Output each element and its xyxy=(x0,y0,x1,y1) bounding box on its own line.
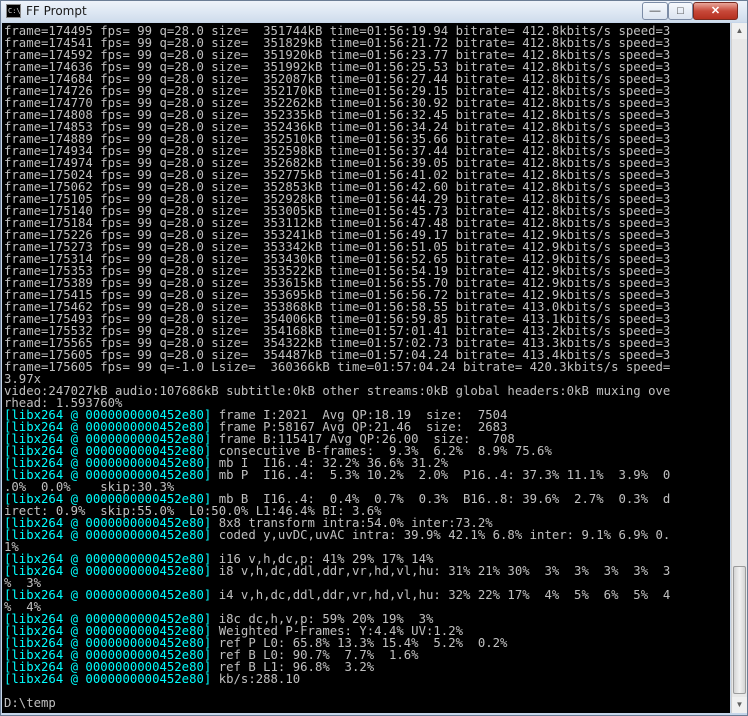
vertical-scrollbar[interactable]: ▲ ▼ xyxy=(731,23,747,713)
console-line-text: i8 v,h,dc,ddl,ddr,vr,hd,vl,hu: 31% 21% 3… xyxy=(211,564,671,578)
scroll-down-button[interactable]: ▼ xyxy=(732,697,747,713)
scroll-up-button[interactable]: ▲ xyxy=(732,23,747,39)
scrollbar-thumb[interactable] xyxy=(733,566,746,694)
console-line-text: i4 v,h,dc,ddl,ddr,vr,hd,vl,hu: 32% 22% 1… xyxy=(211,588,671,602)
close-button[interactable]: ✕ xyxy=(693,2,738,20)
console-line: [libx264 @ 0000000000452e80] i4 v,h,dc,d… xyxy=(4,589,670,601)
console-line: [libx264 @ 0000000000452e80] i8 v,h,dc,d… xyxy=(4,565,670,577)
console-line: D:\temp xyxy=(4,697,670,709)
console-line-text: D:\temp xyxy=(4,696,56,710)
console-line-text: mb P I16..4: 5.3% 10.2% 2.0% P16..4: 37.… xyxy=(211,468,671,482)
console-line-text: kb/s:288.10 xyxy=(211,672,301,686)
console-window: C:\ FF Prompt — □ ✕ frame=174495 fps= 99… xyxy=(0,0,748,716)
console-output[interactable]: frame=174495 fps= 99 q=28.0 size= 351744… xyxy=(2,23,730,713)
console-line: [libx264 @ 0000000000452e80] coded y,uvD… xyxy=(4,529,670,541)
libx264-tag: [libx264 @ 0000000000452e80] xyxy=(4,528,212,542)
libx264-tag: [libx264 @ 0000000000452e80] xyxy=(4,672,212,686)
console-app-icon[interactable]: C:\ xyxy=(6,4,21,18)
console-line-text: coded y,uvDC,uvAC intra: 39.9% 42.1% 6.8… xyxy=(211,528,671,542)
console-line: [libx264 @ 0000000000452e80] kb/s:288.10 xyxy=(4,673,670,685)
console-text: frame=174495 fps= 99 q=28.0 size= 351744… xyxy=(4,25,670,709)
console-line: frame=175605 fps= 99 q=-1.0 Lsize= 36036… xyxy=(4,361,670,373)
title-bar[interactable]: C:\ FF Prompt — □ ✕ xyxy=(1,1,747,22)
maximize-button[interactable]: □ xyxy=(668,2,693,20)
console-line-text: frame=175605 fps= 99 q=-1.0 Lsize= 36036… xyxy=(4,360,671,374)
window-title: FF Prompt xyxy=(26,4,87,18)
minimize-button[interactable]: — xyxy=(642,2,668,20)
